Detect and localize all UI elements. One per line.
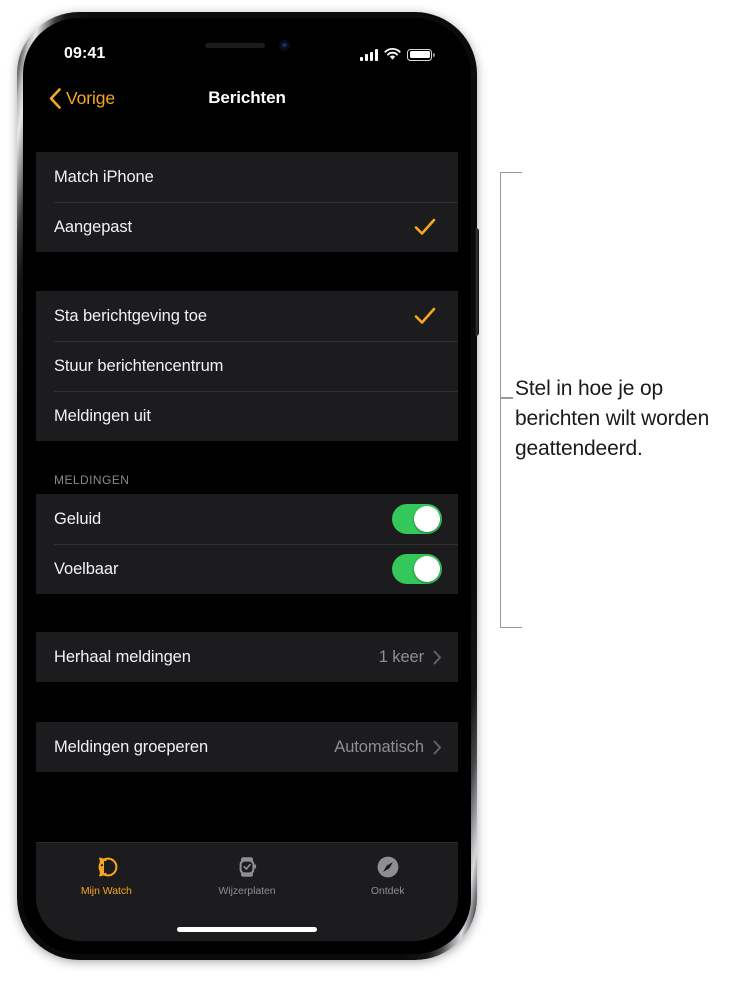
checkmark-icon — [414, 307, 436, 324]
cellular-signal-icon — [360, 48, 378, 61]
chevron-right-icon — [433, 740, 441, 754]
phone-device-frame: 09:41 Vorige Berichten Match iPhone Aang… — [17, 12, 479, 960]
row-label: Stuur berichtencentrum — [54, 356, 224, 375]
navigation-bar: Vorige Berichten — [36, 75, 458, 121]
row-herhaal-meldingen[interactable]: Herhaal meldingen 1 keer — [36, 632, 458, 682]
battery-icon — [407, 48, 435, 61]
wifi-icon — [384, 48, 401, 60]
row-meldingen-uit[interactable]: Meldingen uit — [36, 391, 458, 441]
list-top-gap — [36, 121, 458, 152]
section-header-meldingen: MELDINGEN — [36, 441, 458, 494]
notch — [154, 31, 340, 59]
speaker-grille-icon — [204, 42, 265, 48]
section-gap — [36, 682, 458, 722]
row-label: Meldingen uit — [54, 406, 151, 425]
row-value: 1 keer — [378, 647, 424, 666]
callout-tick — [500, 397, 513, 399]
back-button[interactable]: Vorige — [36, 88, 115, 109]
checkmark-icon — [414, 218, 436, 235]
row-label: Herhaal meldingen — [54, 647, 191, 666]
power-button[interactable] — [475, 228, 479, 336]
row-label: Geluid — [54, 509, 102, 528]
toggle-geluid[interactable] — [392, 504, 442, 534]
toggle-voelbaar[interactable] — [392, 554, 442, 584]
row-meldingen-groeperen[interactable]: Meldingen groeperen Automatisch — [36, 722, 458, 772]
section-meldingen: Geluid Voelbaar — [36, 494, 458, 594]
section-meldingen-groeperen: Meldingen groeperen Automatisch — [36, 722, 458, 772]
row-label: Match iPhone — [54, 167, 154, 186]
row-geluid[interactable]: Geluid — [36, 494, 458, 544]
status-bar-icons — [360, 48, 435, 61]
tab-ontdek[interactable]: Ontdek — [317, 843, 458, 941]
list-bottom-gap — [36, 772, 458, 812]
settings-list[interactable]: Match iPhone Aangepast Sta berichtgeving… — [36, 121, 458, 843]
section-gap — [36, 594, 458, 632]
row-value: Automatisch — [334, 737, 424, 756]
chevron-right-icon — [433, 650, 441, 664]
row-stuur-berichtencentrum[interactable]: Stuur berichtencentrum — [36, 341, 458, 391]
tab-label: Ontdek — [370, 885, 405, 897]
status-bar-time: 09:41 — [64, 45, 106, 62]
back-button-label: Vorige — [66, 87, 116, 108]
callout-text: Stel in hoe je op berichten wilt worden … — [515, 377, 710, 460]
tab-label: Mijn Watch — [80, 885, 132, 897]
row-match-iphone[interactable]: Match iPhone — [36, 152, 458, 202]
phone-screen: 09:41 Vorige Berichten Match iPhone Aang… — [36, 31, 458, 941]
callout-annotation: Stel in hoe je op berichten wilt worden … — [500, 172, 732, 632]
watch-face-icon — [233, 852, 261, 882]
row-sta-berichtgeving-toe[interactable]: Sta berichtgeving toe — [36, 291, 458, 341]
row-label: Meldingen groeperen — [54, 737, 209, 756]
compass-icon — [374, 852, 402, 882]
home-indicator[interactable] — [177, 927, 317, 932]
row-voelbaar[interactable]: Voelbaar — [36, 544, 458, 594]
row-aangepast[interactable]: Aangepast — [36, 202, 458, 252]
section-alert-style: Sta berichtgeving toe Stuur berichtencen… — [36, 291, 458, 441]
section-gap — [36, 252, 458, 291]
front-camera-icon — [278, 39, 290, 51]
row-label: Voelbaar — [54, 559, 119, 578]
section-notification-source: Match iPhone Aangepast — [36, 152, 458, 252]
watch-band-icon — [92, 852, 120, 882]
row-label: Sta berichtgeving toe — [54, 306, 207, 325]
row-label: Aangepast — [54, 217, 132, 236]
section-herhaal-meldingen: Herhaal meldingen 1 keer — [36, 632, 458, 682]
chevron-left-icon — [49, 87, 61, 109]
tab-mijn-watch[interactable]: Mijn Watch — [36, 843, 177, 941]
tab-label: Wijzerplaten — [218, 885, 276, 897]
